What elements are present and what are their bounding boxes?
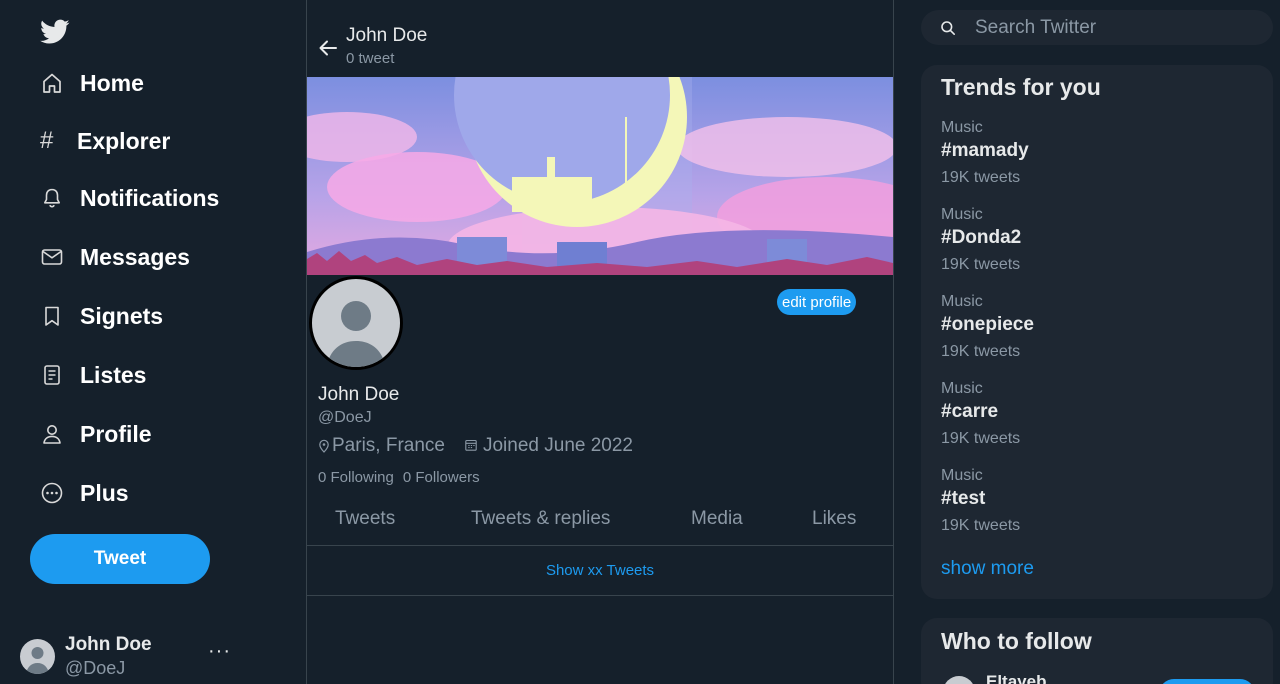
nav-label: Listes xyxy=(80,361,147,388)
account-handle: @DoeJ xyxy=(65,658,126,678)
envelope-icon xyxy=(40,245,64,269)
bell-icon xyxy=(40,186,64,210)
profile-follow-counts: 0 Following 0 Followers xyxy=(318,469,480,486)
trend-item[interactable]: Music #onepiece 19K tweets xyxy=(941,292,1261,362)
header-title: John Doe xyxy=(346,25,428,46)
nav-profile[interactable]: Profile xyxy=(40,414,152,454)
trend-item[interactable]: Music #mamady 19K tweets xyxy=(941,118,1261,188)
followers-count[interactable]: 0 Followers xyxy=(403,469,480,486)
tab-media[interactable]: Media xyxy=(691,508,743,530)
profile-tabs: Tweets Tweets & replies Media Likes xyxy=(307,496,893,546)
trend-tag: #onepiece xyxy=(941,314,1034,335)
location-pin-icon xyxy=(318,439,330,453)
tab-likes[interactable]: Likes xyxy=(812,508,856,530)
profile-meta: Paris, France Joined June 2022 xyxy=(318,435,633,457)
avatar[interactable] xyxy=(943,676,975,684)
hash-icon: # xyxy=(40,127,54,154)
show-more-link[interactable]: show more xyxy=(941,558,1034,580)
tab-tweets-replies[interactable]: Tweets & replies xyxy=(471,508,610,530)
search-input[interactable] xyxy=(975,16,1255,39)
more-circle-icon xyxy=(40,481,64,505)
who-to-follow-title: Who to follow xyxy=(941,628,1092,654)
sidebar: Home # Explorer Notifications Messages S… xyxy=(0,0,306,684)
nav-label: Signets xyxy=(80,302,164,329)
trend-tag: #mamady xyxy=(941,140,1029,161)
nav-listes[interactable]: Listes xyxy=(40,355,146,395)
trend-count: 19K tweets xyxy=(941,517,1021,534)
edit-profile-button[interactable]: edit profile xyxy=(777,289,857,315)
profile-banner xyxy=(307,77,893,275)
profile-name: John Doe xyxy=(318,384,400,405)
profile-column: John Doe 0 tweet edit profile John Doe @… xyxy=(306,0,894,684)
trend-count: 19K tweets xyxy=(941,430,1021,447)
profile-avatar[interactable] xyxy=(309,276,403,370)
calendar-icon xyxy=(465,439,477,453)
profile-location: Paris, France xyxy=(332,435,445,456)
search-bar xyxy=(921,10,1273,45)
nav-plus[interactable]: Plus xyxy=(40,473,129,513)
trend-item[interactable]: Music #Donda2 19K tweets xyxy=(941,205,1261,275)
bookmark-icon xyxy=(40,304,64,328)
trend-category: Music xyxy=(941,467,983,484)
nav-signets[interactable]: Signets xyxy=(40,296,163,336)
more-icon[interactable]: ··· xyxy=(208,640,231,663)
who-to-follow-panel: Who to follow Eltayeb xyxy=(921,618,1273,684)
trend-item[interactable]: Music #carre 19K tweets xyxy=(941,379,1261,449)
trend-item[interactable]: Music #test 19K tweets xyxy=(941,466,1261,536)
trend-tag: #Donda2 xyxy=(941,227,1022,248)
nav-label: Explorer xyxy=(77,127,171,154)
suggested-user-name[interactable]: Eltayeb xyxy=(986,672,1046,684)
back-arrow-icon[interactable] xyxy=(318,38,338,58)
trend-tag: #carre xyxy=(941,401,999,422)
nav-label: Messages xyxy=(80,243,190,270)
trend-count: 19K tweets xyxy=(941,343,1021,360)
trend-count: 19K tweets xyxy=(941,256,1021,273)
trends-panel: Trends for you Music #mamady 19K tweets … xyxy=(921,65,1273,599)
nav-label: Plus xyxy=(80,479,129,506)
nav-label: Home xyxy=(80,69,144,96)
account-switcher[interactable]: John Doe @DoeJ ··· xyxy=(20,632,240,680)
trend-category: Music xyxy=(941,293,983,310)
profile-joined: Joined June 2022 xyxy=(482,435,633,456)
trends-title: Trends for you xyxy=(941,74,1101,100)
nav-messages[interactable]: Messages xyxy=(40,237,190,277)
tweet-button[interactable]: Tweet xyxy=(30,534,210,584)
trend-category: Music xyxy=(941,380,983,397)
nav-explorer[interactable]: # Explorer xyxy=(40,121,170,161)
trend-category: Music xyxy=(941,119,983,136)
trend-category: Music xyxy=(941,206,983,223)
profile-handle: @DoeJ xyxy=(318,409,372,426)
trend-tag: #test xyxy=(941,488,986,509)
account-name: John Doe xyxy=(65,634,152,655)
nav-label: Profile xyxy=(80,420,152,447)
nav-notifications[interactable]: Notifications xyxy=(40,178,219,218)
following-count[interactable]: 0 Following xyxy=(318,469,394,486)
nav-home[interactable]: Home xyxy=(40,63,144,103)
avatar xyxy=(20,638,55,674)
tab-tweets[interactable]: Tweets xyxy=(335,508,395,530)
right-column: Trends for you Music #mamady 19K tweets … xyxy=(894,0,1280,684)
twitter-bird-icon[interactable] xyxy=(40,19,70,45)
list-icon xyxy=(40,363,64,387)
home-icon xyxy=(40,71,64,95)
trend-count: 19K tweets xyxy=(941,169,1021,186)
follow-button[interactable] xyxy=(1159,679,1255,684)
nav-label: Notifications xyxy=(80,184,220,211)
person-icon xyxy=(40,422,64,446)
header-tweet-count: 0 tweet xyxy=(346,50,395,67)
search-icon xyxy=(941,20,955,35)
profile-header: John Doe 0 tweet xyxy=(307,0,893,77)
show-tweets-link[interactable]: Show xx Tweets xyxy=(307,546,893,596)
